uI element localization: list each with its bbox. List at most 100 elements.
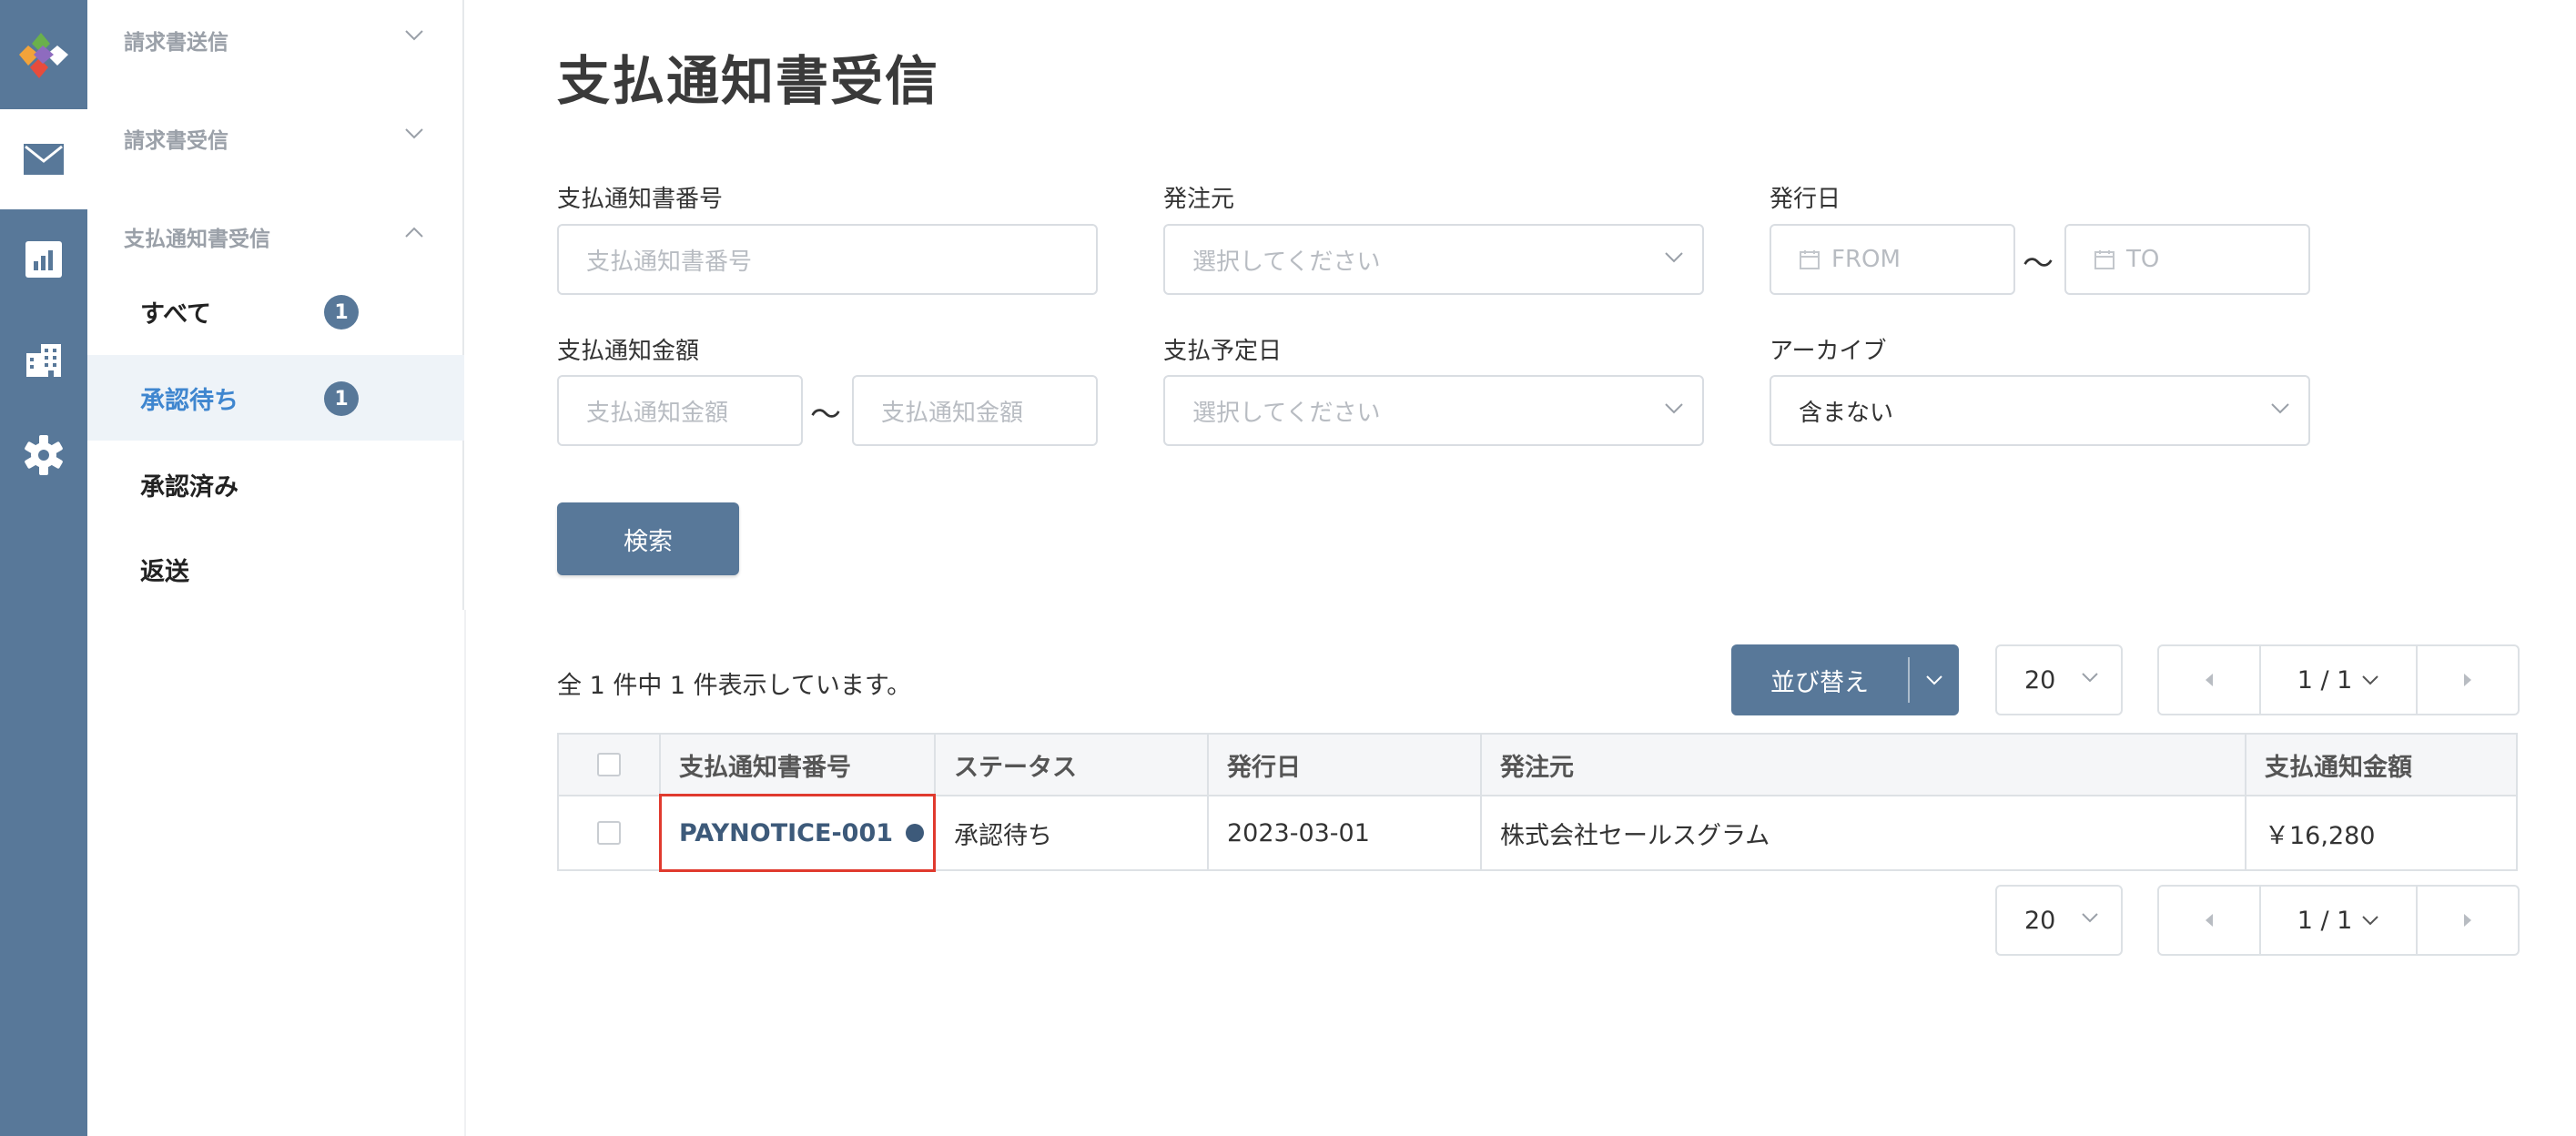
per-page-value: 20 xyxy=(2024,906,2056,935)
orderer-select[interactable]: 選択してください xyxy=(1163,224,1704,295)
range-separator: 〜 xyxy=(810,397,841,433)
notice-number-placeholder: 支払通知書番号 xyxy=(586,248,753,276)
prev-page-button[interactable] xyxy=(2159,887,2259,954)
amount-from-placeholder: 支払通知金額 xyxy=(586,399,729,427)
nav-group-invoice-send[interactable]: 請求書送信 xyxy=(87,13,464,67)
building-icon[interactable] xyxy=(0,319,87,401)
issue-date-from-input[interactable]: FROM xyxy=(1770,224,2015,295)
notice-number-label: 支払通知書番号 xyxy=(557,186,724,213)
column-header[interactable]: 発注元 xyxy=(1482,735,2246,795)
chevron-down-icon xyxy=(2082,913,2098,923)
per-page-select-bottom[interactable]: 20 xyxy=(1995,885,2123,956)
caret-right-icon xyxy=(2464,914,2471,927)
select-all-checkbox[interactable] xyxy=(597,753,621,776)
row-checkbox[interactable] xyxy=(597,821,621,845)
sort-label: 並び替え xyxy=(1770,668,1869,697)
nav-item-label: すべて xyxy=(140,299,212,329)
chevron-down-icon xyxy=(1665,403,1683,414)
issue-date-from-placeholder: FROM xyxy=(1831,246,1901,273)
page-indicator: 1 / 1 xyxy=(2297,906,2353,935)
column-header[interactable]: 発行日 xyxy=(1209,735,1482,795)
amount-label: 支払通知金額 xyxy=(557,338,700,365)
page-select[interactable]: 1 / 1 xyxy=(2259,887,2418,954)
chevron-down-icon xyxy=(405,30,423,41)
range-separator: 〜 xyxy=(2023,246,2054,282)
archive-select[interactable]: 含まない xyxy=(1770,375,2310,446)
chevron-down-icon xyxy=(1926,675,1942,685)
pagination-top: 1 / 1 xyxy=(2157,644,2520,715)
result-count-text: 全 1 件中 1 件表示しています。 xyxy=(557,672,912,700)
sort-button[interactable]: 並び替え xyxy=(1731,644,1959,715)
issue-date-cell: 2023-03-01 xyxy=(1209,796,1482,869)
payment-date-placeholder: 選択してください xyxy=(1192,399,1381,427)
next-page-button[interactable] xyxy=(2418,646,2518,714)
per-page-select-top[interactable]: 20 xyxy=(1995,644,2123,715)
issue-date-to-input[interactable]: TO xyxy=(2064,224,2310,295)
page-select[interactable]: 1 / 1 xyxy=(2259,646,2418,714)
count-badge: 1 xyxy=(324,381,359,416)
nav-item-label: 承認待ち xyxy=(140,386,238,415)
app-logo-icon[interactable] xyxy=(0,0,87,109)
nav-group-label: 請求書受信 xyxy=(124,129,228,153)
nav-item-approved[interactable]: 承認済み xyxy=(87,441,464,527)
chevron-down-icon xyxy=(2362,916,2379,926)
nav-item-pending-approval[interactable]: 承認待ち 1 xyxy=(87,355,464,441)
column-header[interactable]: ステータス xyxy=(936,735,1209,795)
chevron-down-icon xyxy=(1665,252,1683,263)
archive-value: 含まない xyxy=(1799,399,1894,427)
chart-icon[interactable] xyxy=(0,218,87,300)
amount-to-input[interactable]: 支払通知金額 xyxy=(852,375,1098,446)
search-button[interactable]: 検索 xyxy=(557,502,739,575)
caret-left-icon xyxy=(2206,674,2213,686)
chevron-down-icon xyxy=(2362,675,2379,685)
row-select-cell xyxy=(559,796,661,869)
nav-group-label: 請求書送信 xyxy=(124,31,228,55)
nav-item-all[interactable]: すべて 1 xyxy=(87,269,464,354)
nav-item-returned[interactable]: 返送 xyxy=(87,526,464,612)
prev-page-button[interactable] xyxy=(2159,646,2259,714)
pagination-bottom: 1 / 1 xyxy=(2157,885,2520,956)
orderer-label: 発注元 xyxy=(1163,186,1235,213)
icon-rail xyxy=(0,0,87,1136)
gear-icon[interactable] xyxy=(0,414,87,496)
page-title: 支払通知書受信 xyxy=(557,50,940,112)
caret-left-icon xyxy=(2206,914,2213,927)
amount-from-input[interactable]: 支払通知金額 xyxy=(557,375,803,446)
amount-to-placeholder: 支払通知金額 xyxy=(881,399,1024,427)
issue-date-to-placeholder: TO xyxy=(2126,246,2160,273)
nav-item-label: 承認済み xyxy=(140,472,238,502)
payment-date-label: 支払予定日 xyxy=(1163,338,1283,365)
caret-right-icon xyxy=(2464,674,2471,686)
sort-dropdown-toggle[interactable] xyxy=(1910,674,1959,685)
payment-date-select[interactable]: 選択してください xyxy=(1163,375,1704,446)
column-header[interactable]: 支払通知書番号 xyxy=(661,735,936,795)
nav-group-invoice-receive[interactable]: 請求書受信 xyxy=(87,111,464,166)
table-header: 支払通知書番号 ステータス 発行日 発注元 支払通知金額 xyxy=(559,735,2516,796)
mail-icon[interactable] xyxy=(0,109,87,209)
notice-number-input[interactable]: 支払通知書番号 xyxy=(557,224,1098,295)
highlight-box xyxy=(659,794,936,872)
nav-item-label: 返送 xyxy=(140,557,189,586)
chevron-up-icon xyxy=(405,227,423,238)
calendar-icon xyxy=(2094,250,2115,269)
calendar-icon xyxy=(1800,250,1820,269)
select-all-cell xyxy=(559,735,661,795)
issue-date-label: 発行日 xyxy=(1770,186,1841,213)
per-page-value: 20 xyxy=(2024,665,2056,695)
status-cell: 承認待ち xyxy=(936,796,1209,869)
sidebar-divider xyxy=(464,610,466,1136)
sub-sidebar: 請求書送信 請求書受信 支払通知書受信 すべて 1 承認待ち 1 承認済み 返送 xyxy=(87,0,464,610)
nav-group-label: 支払通知書受信 xyxy=(124,228,270,251)
page-indicator: 1 / 1 xyxy=(2297,665,2353,695)
column-header[interactable]: 支払通知金額 xyxy=(2246,735,2516,795)
archive-label: アーカイブ xyxy=(1770,338,1887,365)
orderer-placeholder: 選択してください xyxy=(1192,248,1381,276)
orderer-cell: 株式会社セールスグラム xyxy=(1482,796,2246,869)
count-badge: 1 xyxy=(324,295,359,330)
chevron-down-icon xyxy=(2082,673,2098,683)
chevron-down-icon xyxy=(2271,403,2289,414)
amount-cell: ￥16,280 xyxy=(2265,821,2376,850)
chevron-down-icon xyxy=(405,128,423,139)
nav-group-payment-notice-receive[interactable]: 支払通知書受信 xyxy=(87,209,464,264)
next-page-button[interactable] xyxy=(2418,887,2518,954)
